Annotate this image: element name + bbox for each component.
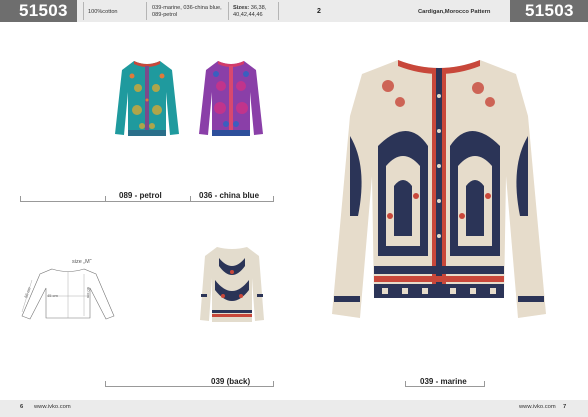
cardigan-petrol-image bbox=[115, 61, 179, 136]
header-divider bbox=[278, 2, 279, 20]
label-rule-tick bbox=[105, 196, 106, 201]
header-divider bbox=[146, 2, 147, 20]
label-marine: 039 - marine bbox=[420, 377, 467, 386]
label-petrol: 089 - petrol bbox=[119, 191, 162, 200]
label-rule-tick bbox=[20, 196, 21, 201]
footer-page-left: 6 bbox=[20, 404, 24, 410]
sizes-label: Sizes: bbox=[233, 5, 250, 11]
article-number-right: 51503 bbox=[510, 0, 588, 22]
label-rule-tick bbox=[405, 381, 406, 386]
colors-text-2: 089-petrol bbox=[152, 11, 178, 18]
label-rule-tick bbox=[190, 196, 191, 201]
size-sketch bbox=[21, 268, 115, 320]
cardigan-china-blue-image bbox=[199, 61, 263, 136]
footer-page-right: 7 bbox=[563, 404, 567, 410]
label-rule-tick bbox=[273, 196, 274, 201]
header-divider bbox=[83, 2, 84, 20]
footer-url-right[interactable]: www.ivko.com bbox=[519, 404, 556, 410]
sizes-values-1: 36,38, bbox=[250, 5, 267, 11]
label-rule-tick bbox=[273, 381, 274, 386]
article-number-left: 51503 bbox=[0, 0, 77, 22]
page-footer: 6 www.ivko.com www.ivko.com 7 bbox=[0, 400, 588, 417]
measure-width: 45 cm bbox=[47, 293, 58, 298]
label-rule bbox=[20, 201, 274, 202]
sizes-text-2: 40,42,44,46 bbox=[233, 11, 263, 18]
page-number: 2 bbox=[317, 8, 321, 15]
label-rule-tick bbox=[105, 381, 106, 386]
footer-url-left[interactable]: www.ivko.com bbox=[34, 404, 71, 410]
cardigan-back-image bbox=[200, 247, 264, 322]
label-rule bbox=[105, 386, 274, 387]
measure-length: 60 cm bbox=[85, 287, 91, 298]
label-rule-tick bbox=[484, 381, 485, 386]
product-title: Cardigan,Morocco Pattern bbox=[418, 9, 491, 15]
label-rule bbox=[405, 386, 485, 387]
size-label: size „M“ bbox=[72, 259, 92, 265]
material-text: 100%cotton bbox=[88, 9, 118, 15]
label-back: 039 (back) bbox=[211, 377, 251, 386]
label-china-blue: 036 - china blue bbox=[199, 191, 260, 200]
header-divider bbox=[228, 2, 229, 20]
cardigan-marine-image bbox=[332, 60, 546, 318]
